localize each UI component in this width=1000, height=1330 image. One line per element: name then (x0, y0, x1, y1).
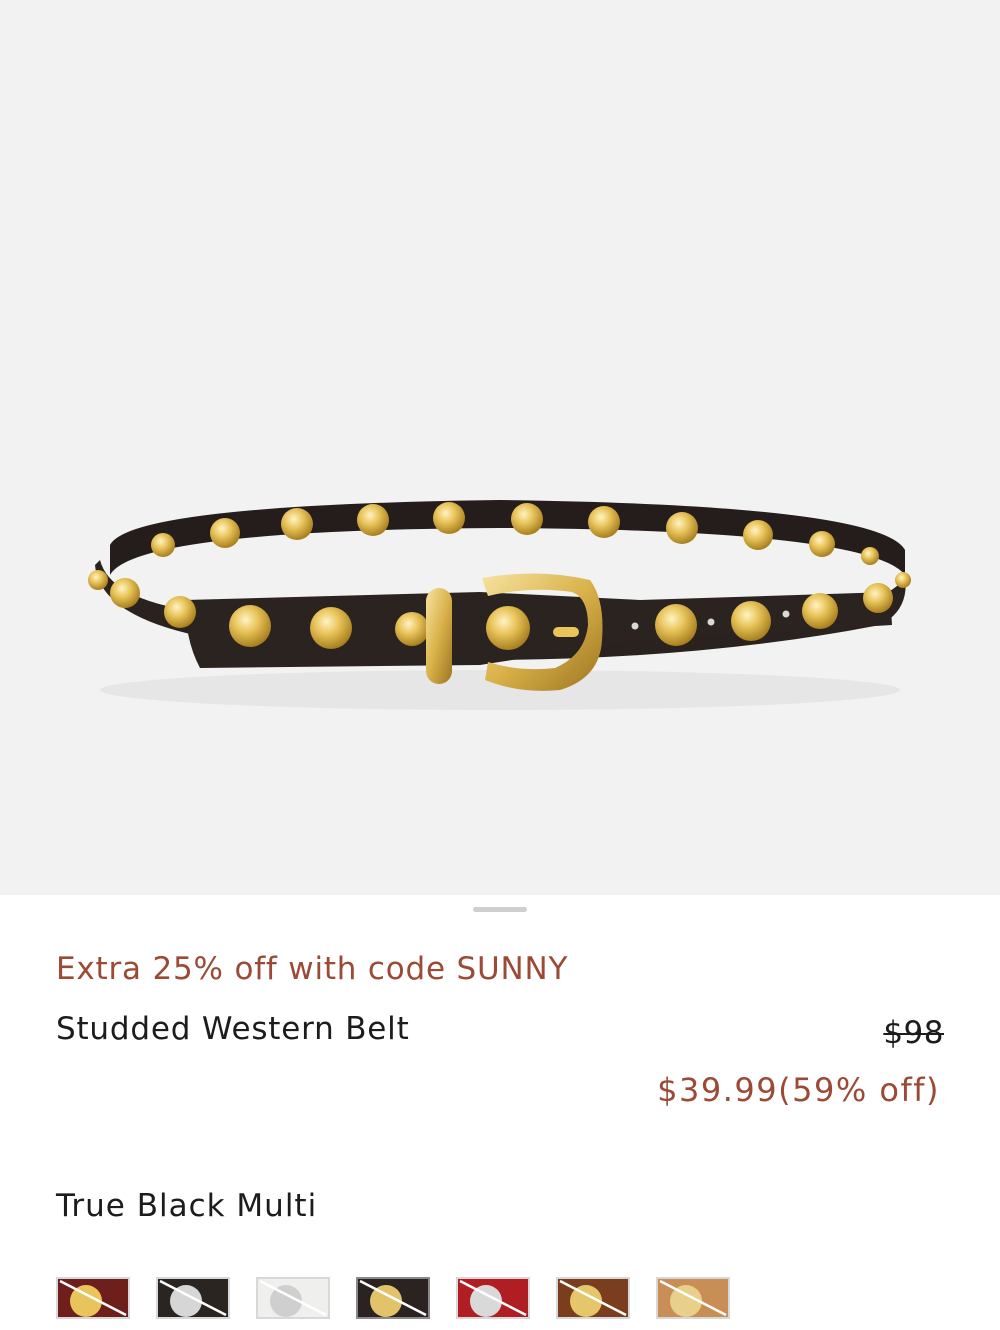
swatch-brown[interactable] (556, 1277, 630, 1319)
swatch-white-thumbnail (258, 1279, 328, 1317)
sheet-drag-handle[interactable] (473, 907, 527, 912)
swatch-white[interactable] (256, 1277, 330, 1319)
product-title: Studded Western Belt (56, 1011, 410, 1047)
promo-text: Extra 25% off with code SUNNY (56, 951, 569, 987)
swatch-burgundy[interactable] (56, 1277, 130, 1319)
swatch-black-gold[interactable] (356, 1277, 430, 1319)
selected-color-name: True Black Multi (56, 1188, 318, 1224)
swatch-black-silver-thumbnail (158, 1279, 228, 1317)
swatch-black-silver[interactable] (156, 1277, 230, 1319)
swatch-brown-thumbnail (558, 1279, 628, 1317)
product-image[interactable] (0, 0, 1000, 895)
belt-image (88, 500, 911, 710)
swatch-red-thumbnail (458, 1279, 528, 1317)
color-swatches (56, 1277, 756, 1323)
swatch-red[interactable] (456, 1277, 530, 1319)
sale-price: $39.99(59% off) (657, 1071, 940, 1109)
original-price: $98 (883, 1015, 944, 1051)
swatch-burgundy-thumbnail (58, 1279, 128, 1317)
swatch-black-gold-thumbnail (358, 1279, 428, 1317)
product-details-sheet: Extra 25% off with code SUNNY Studded We… (0, 895, 1000, 1330)
swatch-tan-thumbnail (658, 1279, 728, 1317)
swatch-tan[interactable] (656, 1277, 730, 1319)
